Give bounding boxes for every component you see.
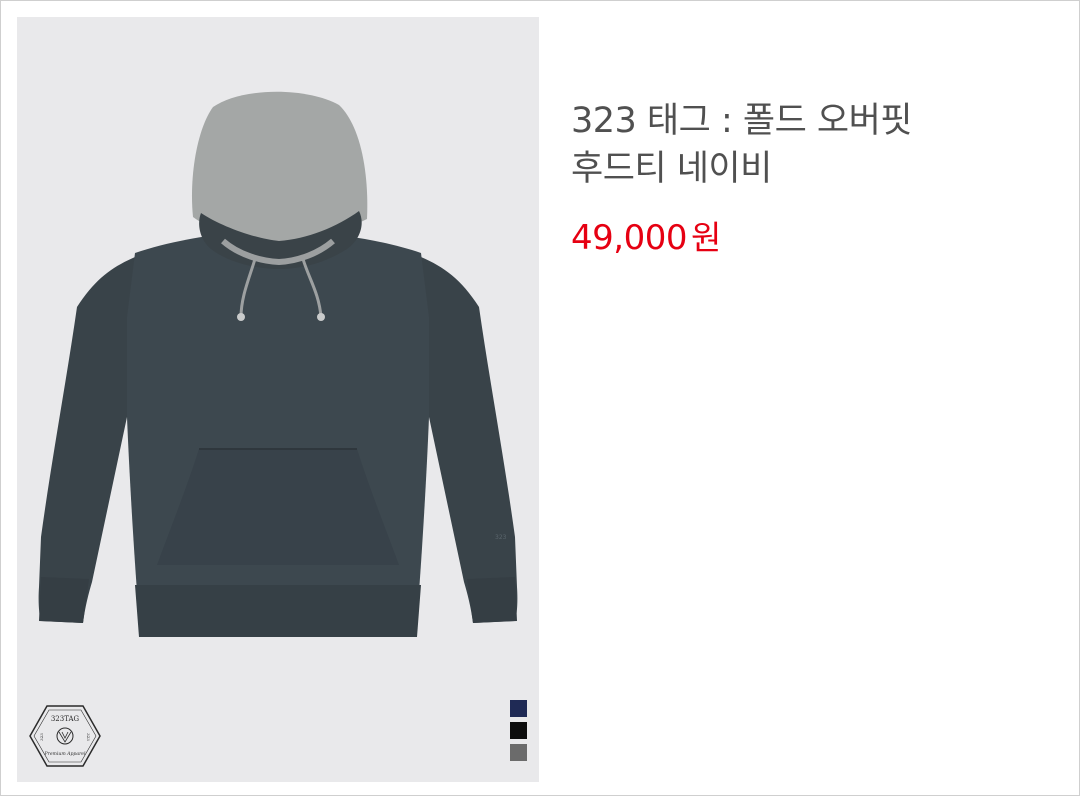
- logo-side-right: 323: [86, 733, 91, 741]
- hoodie-illustration: 323: [38, 91, 518, 637]
- product-image[interactable]: 323 323TAG Premium Apparel 323 323: [17, 17, 539, 782]
- color-swatches: [510, 700, 528, 766]
- brand-logo: 323TAG Premium Apparel 323 323: [29, 705, 101, 767]
- product-title[interactable]: 323 태그 : 폴드 오버핏 후드티 네이비: [571, 97, 1051, 193]
- logo-tagline: Premium Apparel: [44, 751, 86, 757]
- logo-side-left: 323: [39, 733, 44, 741]
- price-row: 49,000 원: [571, 211, 1051, 259]
- swatch-grey[interactable]: [510, 744, 527, 761]
- product-title-line1[interactable]: 323 태그 : 폴드 오버핏: [571, 97, 1051, 145]
- swatch-navy[interactable]: [510, 700, 527, 717]
- product-price: 49,000: [571, 218, 687, 258]
- product-title-line2[interactable]: 후드티 네이비: [571, 145, 1051, 193]
- currency-unit: 원: [690, 218, 722, 257]
- product-info: 323 태그 : 폴드 오버핏 후드티 네이비 49,000 원: [571, 97, 1051, 259]
- logo-brand-text: 323TAG: [51, 715, 80, 723]
- swatch-black[interactable]: [510, 722, 527, 739]
- product-card: 323 323TAG Premium Apparel 323 323 323 태…: [0, 0, 1080, 796]
- sleeve-logo-mark: 323: [495, 534, 507, 541]
